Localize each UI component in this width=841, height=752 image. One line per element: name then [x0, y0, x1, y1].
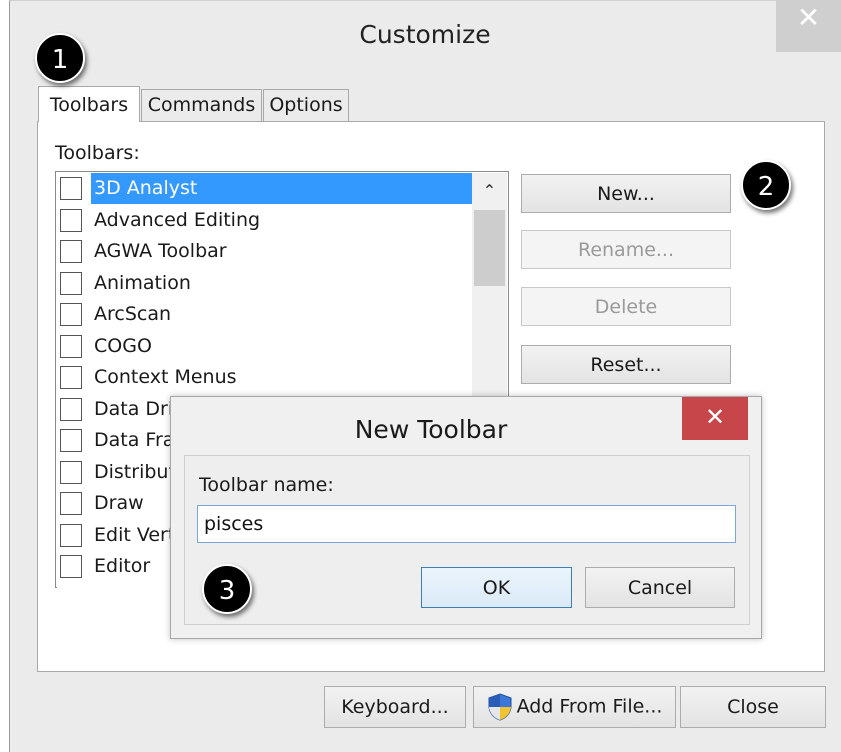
callout-1: 1: [35, 33, 85, 83]
toolbar-checkbox[interactable]: [60, 429, 82, 452]
new-toolbar-close-button[interactable]: ✕: [682, 397, 748, 440]
toolbar-list-item[interactable]: 3D Analyst: [57, 173, 477, 204]
toolbar-list-item[interactable]: COGO: [57, 331, 477, 362]
toolbar-item-label: 3D Analyst: [91, 173, 477, 204]
new-toolbar-title: New Toolbar: [354, 415, 508, 444]
toolbar-list-item[interactable]: Animation: [57, 268, 477, 299]
toolbar-item-label: Context Menus: [94, 366, 237, 388]
toolbar-item-label: Draw: [94, 492, 144, 514]
toolbar-item-label: AGWA Toolbar: [94, 240, 227, 262]
tab-commands[interactable]: Commands: [141, 89, 262, 121]
toolbar-item-label: COGO: [94, 334, 152, 357]
toolbar-item-label: Editor: [94, 555, 151, 577]
delete-button[interactable]: Delete: [521, 287, 731, 326]
toolbar-list-item[interactable]: AGWA Toolbar: [57, 236, 477, 267]
add-from-file-button[interactable]: Add From File...: [473, 686, 676, 728]
toolbar-checkbox[interactable]: [60, 208, 82, 232]
toolbar-item-label: Data Dri: [94, 397, 174, 420]
toolbar-list-item[interactable]: ArcScan: [57, 299, 477, 330]
tab-toolbars[interactable]: Toolbars: [38, 86, 140, 122]
toolbar-checkbox[interactable]: [60, 460, 82, 484]
toolbar-item-label: Animation: [94, 271, 191, 294]
toolbar-checkbox[interactable]: [60, 366, 82, 389]
close-button[interactable]: Close: [680, 686, 826, 728]
toolbar-checkbox[interactable]: [60, 492, 82, 515]
uac-shield-icon: [488, 693, 512, 721]
chevron-up-icon[interactable]: ⌃: [472, 174, 507, 208]
toolbars-list-label: Toolbars:: [55, 142, 140, 164]
keyboard-button[interactable]: Keyboard...: [324, 686, 466, 728]
toolbar-item-label: Data Fra: [94, 429, 175, 451]
close-dialog-button[interactable]: ✕: [776, 0, 841, 52]
add-from-file-label: Add From File...: [516, 695, 663, 718]
toolbar-item-label: Distribut: [94, 460, 176, 483]
toolbar-checkbox[interactable]: [60, 555, 82, 578]
toolbar-name-input[interactable]: [197, 505, 736, 543]
reset-button[interactable]: Reset...: [521, 345, 731, 384]
toolbar-item-label: Edit Vert: [94, 523, 176, 546]
callout-3: 3: [202, 564, 252, 614]
toolbar-checkbox[interactable]: [60, 397, 82, 421]
callout-2: 2: [741, 160, 791, 210]
toolbar-checkbox[interactable]: [60, 177, 82, 200]
toolbar-list-item[interactable]: Advanced Editing: [57, 205, 477, 236]
scrollbar-thumb[interactable]: [474, 210, 505, 286]
dialog-title: Customize: [359, 20, 491, 49]
toolbar-checkbox[interactable]: [60, 303, 82, 326]
new-toolbar-button[interactable]: New...: [521, 174, 731, 213]
toolbar-checkbox[interactable]: [60, 271, 82, 295]
toolbar-checkbox[interactable]: [60, 334, 82, 358]
toolbar-item-label: ArcScan: [94, 303, 172, 325]
toolbar-item-label: Advanced Editing: [94, 208, 261, 231]
toolbar-checkbox[interactable]: [60, 240, 82, 263]
ok-button[interactable]: OK: [421, 567, 572, 608]
toolbar-checkbox[interactable]: [60, 523, 82, 547]
toolbar-name-label: Toolbar name:: [199, 474, 334, 496]
cancel-button[interactable]: Cancel: [585, 567, 735, 608]
rename-button[interactable]: Rename...: [521, 230, 731, 269]
toolbar-list-item[interactable]: Context Menus: [57, 362, 477, 393]
tab-options[interactable]: Options: [263, 89, 349, 121]
